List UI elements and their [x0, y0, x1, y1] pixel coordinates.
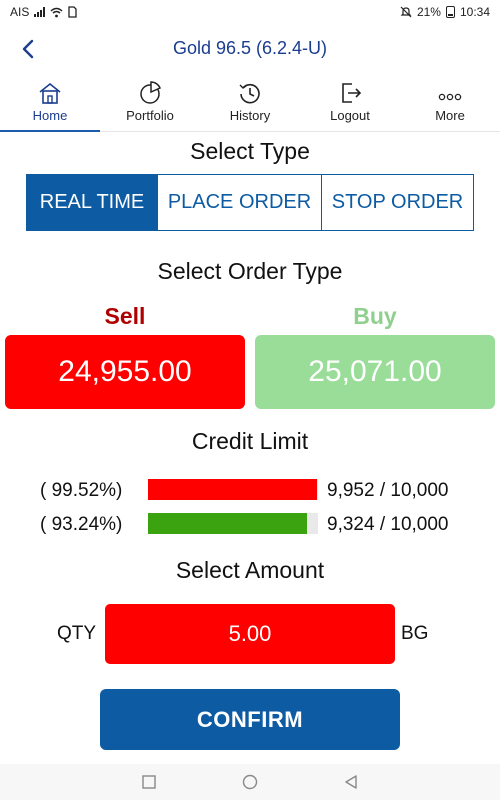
credit-row: ( 99.52%) 9,952 / 10,000 [0, 476, 500, 504]
clock-time: 10:34 [459, 5, 490, 19]
back-triangle-icon [345, 775, 357, 789]
carrier-label: AIS [10, 5, 30, 19]
tab-label: Logout [330, 108, 370, 123]
qty-label: QTY [57, 623, 97, 644]
wifi-icon [50, 7, 63, 17]
status-bar: AIS 21% 10:34 [0, 0, 500, 24]
battery-icon [445, 6, 455, 18]
credit-progress-bar [148, 513, 318, 534]
tab-label: More [435, 108, 465, 123]
more-dots-icon [438, 93, 462, 101]
back-nav-button[interactable] [340, 772, 362, 792]
pie-chart-icon [140, 81, 161, 104]
buy-label: Buy [353, 303, 397, 329]
sell-price-button[interactable]: 24,955.00 [5, 335, 245, 409]
tab-home[interactable]: Home [0, 76, 100, 132]
system-nav-bar [0, 764, 500, 800]
tab-bar: Home Portfolio History Logout More [0, 76, 500, 132]
select-type-title: Select Type [190, 138, 310, 164]
order-type-title: Select Order Type [157, 258, 343, 284]
confirm-button[interactable]: CONFIRM [100, 689, 400, 750]
home-circle-icon [242, 774, 258, 790]
logout-icon [342, 83, 362, 103]
buy-price-button[interactable]: 25,071.00 [255, 335, 495, 409]
page-title: Gold 96.5 (6.2.4-U) [172, 38, 328, 58]
type-option-stop-order[interactable]: STOP ORDER [322, 175, 473, 230]
type-option-place-order[interactable]: PLACE ORDER [158, 175, 322, 230]
sim-icon [68, 6, 77, 18]
type-selector: REAL TIME PLACE ORDER STOP ORDER [26, 174, 474, 231]
home-icon [39, 82, 61, 104]
credit-percent: ( 99.52%) [40, 480, 123, 501]
tab-label: History [229, 108, 271, 123]
tab-more[interactable]: More [400, 76, 500, 131]
recent-apps-button[interactable] [138, 772, 160, 792]
select-amount-title: Select Amount [175, 557, 325, 583]
battery-percent: 21% [416, 5, 441, 19]
credit-progress-fill [148, 513, 307, 534]
tab-label: Home [32, 108, 68, 123]
credit-amount: 9,324 / 10,000 [327, 514, 449, 535]
type-option-real-time[interactable]: REAL TIME [27, 175, 158, 230]
quantity-input[interactable]: 5.00 [105, 604, 395, 664]
credit-percent: ( 93.24%) [40, 514, 123, 535]
mute-icon [400, 6, 412, 18]
status-right: 21% 10:34 [400, 5, 490, 19]
unit-label: BG [401, 623, 429, 644]
credit-row: ( 93.24%) 9,324 / 10,000 [0, 510, 500, 538]
credit-amount: 9,952 / 10,000 [327, 480, 449, 501]
tab-portfolio[interactable]: Portfolio [100, 76, 200, 131]
home-button[interactable] [239, 772, 261, 792]
clock-history-icon [239, 83, 260, 104]
status-left: AIS [10, 5, 77, 19]
app-header: Gold 96.5 (6.2.4-U) [0, 24, 500, 74]
credit-progress-fill [148, 479, 318, 500]
signal-icon [34, 7, 46, 17]
tab-history[interactable]: History [200, 76, 300, 131]
tab-logout[interactable]: Logout [300, 76, 400, 131]
credit-progress-bar [148, 479, 318, 500]
sell-label: Sell [104, 303, 146, 329]
tab-label: Portfolio [126, 108, 174, 123]
credit-limit-title: Credit Limit [191, 428, 309, 454]
recent-apps-icon [142, 775, 156, 789]
